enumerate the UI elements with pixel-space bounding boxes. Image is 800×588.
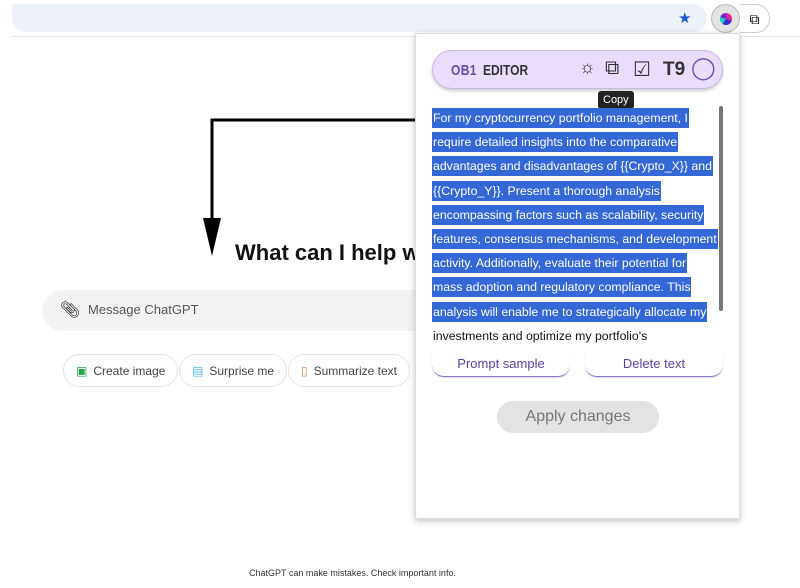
- sun-icon[interactable]: ☼: [579, 57, 596, 78]
- ob1-editor-popup: OB1 EDITOR ☼ ⧉ ☑ T9 ◯ Copy For my crypto…: [415, 33, 740, 519]
- logo: OB1: [451, 62, 477, 79]
- user-icon[interactable]: ◯: [691, 55, 716, 81]
- tone-button[interactable]: T9: [663, 59, 685, 81]
- text-line: encompassing factors such as scalability…: [432, 203, 722, 227]
- text-line: {{Crypto_Y}}. Present a thorough analysi…: [432, 179, 722, 203]
- text-line: features, consensus mechanisms, and deve…: [432, 227, 722, 251]
- apply-changes-button[interactable]: Apply changes: [497, 401, 659, 433]
- checkbox-copy-icon[interactable]: ☑: [633, 57, 651, 82]
- prompt-textarea[interactable]: For my cryptocurrency portfolio manageme…: [432, 106, 722, 346]
- popup-header: OB1 EDITOR ☼ ⧉ ☑ T9 ◯: [432, 50, 723, 89]
- text-line: For my cryptocurrency portfolio manageme…: [432, 106, 722, 130]
- text-line: investments and optimize my portfolio's: [433, 328, 648, 343]
- copy-icon[interactable]: ⧉: [605, 57, 619, 80]
- scrollbar[interactable]: [719, 106, 723, 311]
- text-line: advantages and disadvantages of {{Crypto…: [432, 154, 722, 178]
- text-line: require detailed insights into the compa…: [432, 130, 722, 154]
- logo-text: EDITOR: [483, 62, 529, 79]
- text-line: activity. Additionally, evaluate their p…: [432, 251, 722, 275]
- delete-text-button[interactable]: Delete text: [585, 352, 723, 377]
- text-line: analysis will enable me to strategically…: [432, 300, 722, 324]
- prompt-sample-button[interactable]: Prompt sample: [432, 352, 570, 377]
- text-line: mass adoption and regulatory compliance.…: [432, 275, 722, 299]
